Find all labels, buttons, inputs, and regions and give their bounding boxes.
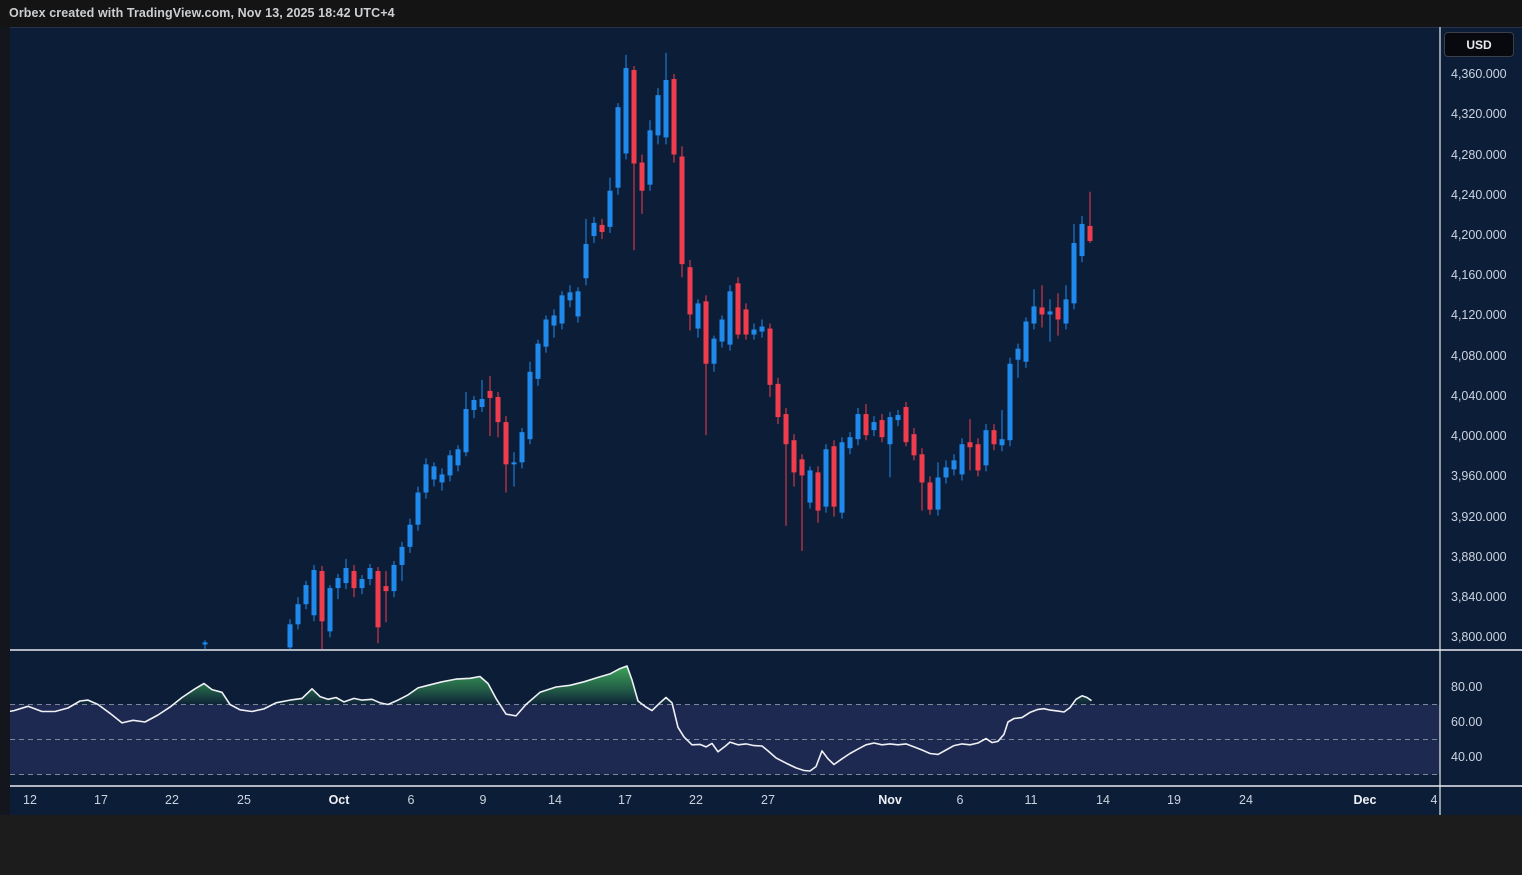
price-axis-label: 3,960.000	[1451, 469, 1507, 483]
price-axis-label: 4,040.000	[1451, 389, 1507, 403]
price-axis-label: 3,840.000	[1451, 590, 1507, 604]
indicator-axis-label: 80.00	[1451, 680, 1482, 694]
price-axis-label: 4,280.000	[1451, 148, 1507, 162]
time-axis-label: 27	[761, 793, 775, 807]
price-axis-label: 3,880.000	[1451, 550, 1507, 564]
time-axis-label: 17	[94, 793, 108, 807]
price-axis-label: 4,080.000	[1451, 349, 1507, 363]
price-axis-label: 4,000.000	[1451, 429, 1507, 443]
time-axis-label: 25	[237, 793, 251, 807]
time-axis-label: Dec	[1354, 793, 1377, 807]
price-axis-label: 4,320.000	[1451, 107, 1507, 121]
indicator-axis-label: 40.00	[1451, 750, 1482, 764]
time-axis-label: 6	[408, 793, 415, 807]
time-axis-label: 24	[1239, 793, 1253, 807]
price-axis-label: 4,160.000	[1451, 268, 1507, 282]
price-axis-label: 4,360.000	[1451, 67, 1507, 81]
time-axis-label: 9	[480, 793, 487, 807]
time-axis-label: 11	[1025, 793, 1038, 807]
tradingview-chart-window: Orbex created with TradingView.com, Nov …	[0, 0, 1522, 875]
footer-bar: TradingView	[0, 815, 1522, 875]
currency-toggle-button[interactable]: USD	[1444, 32, 1514, 57]
time-axis-label: 4	[1431, 793, 1438, 807]
time-axis-label: 14	[548, 793, 562, 807]
time-axis-label: 6	[957, 793, 964, 807]
time-axis-label: Oct	[329, 793, 350, 807]
time-axis-label: 22	[689, 793, 703, 807]
time-axis-label: 17	[618, 793, 632, 807]
time-axis-label: 19	[1167, 793, 1181, 807]
price-axis-label: 4,200.000	[1451, 228, 1507, 242]
price-axis-label: 4,240.000	[1451, 188, 1507, 202]
price-axis-label: 3,920.000	[1451, 510, 1507, 524]
time-axis-label: 22	[165, 793, 179, 807]
time-axis-label: 12	[23, 793, 37, 807]
time-axis-label: 14	[1096, 793, 1110, 807]
price-axis-label: 4,120.000	[1451, 308, 1507, 322]
chart-canvas[interactable]	[0, 0, 1522, 875]
price-axis-label: 3,800.000	[1451, 630, 1507, 644]
indicator-axis-label: 60.00	[1451, 715, 1482, 729]
time-axis-label: Nov	[878, 793, 902, 807]
